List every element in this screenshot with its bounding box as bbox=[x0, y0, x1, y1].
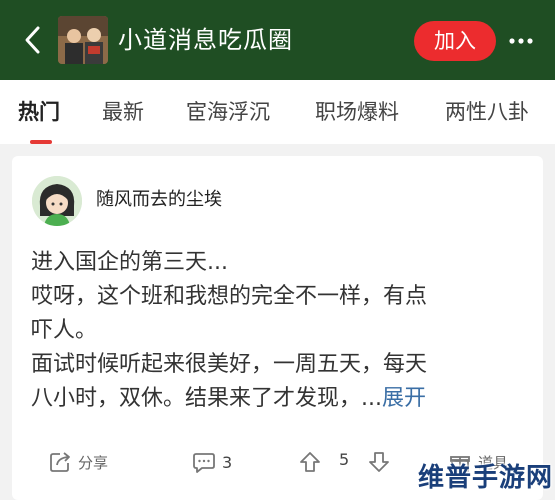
post-line: 哎呀，这个班和我想的完全不一样，有点 bbox=[31, 284, 428, 309]
tab-latest[interactable]: 最新 bbox=[102, 98, 144, 126]
comment-icon bbox=[193, 453, 215, 473]
group-title: 小道消息吃瓜圈 bbox=[118, 26, 293, 54]
post-line: 八小时，双休。结果来了才发现，... bbox=[31, 386, 382, 411]
arrow-down-icon bbox=[369, 452, 389, 472]
tab-gossip[interactable]: 两性八卦 bbox=[445, 98, 529, 126]
upvote-button[interactable] bbox=[298, 450, 328, 474]
join-button[interactable]: 加入 bbox=[414, 21, 496, 61]
author-avatar[interactable] bbox=[32, 176, 82, 226]
share-icon bbox=[50, 452, 70, 472]
share-button[interactable]: 分享 bbox=[48, 450, 108, 474]
post-content[interactable]: 进入国企的第三天... 哎呀，这个班和我想的完全不一样，有点 吓人。 面试时候听… bbox=[31, 246, 531, 416]
post-line-last: 八小时，双休。结果来了才发现，...展开 bbox=[31, 382, 531, 416]
comment-count: 3 bbox=[222, 452, 233, 472]
tab-workplace[interactable]: 职场爆料 bbox=[315, 98, 399, 126]
tab-officialdom[interactable]: 宦海浮沉 bbox=[186, 98, 270, 126]
site-watermark: 维普手游网 bbox=[418, 450, 555, 500]
top-bar: 小道消息吃瓜圈 加入 bbox=[0, 0, 555, 80]
active-tab-indicator bbox=[30, 140, 52, 144]
expand-link[interactable]: 展开 bbox=[382, 386, 426, 411]
author-name[interactable]: 随风而去的尘埃 bbox=[96, 188, 222, 212]
watermark-text: 维普手游网 bbox=[418, 462, 554, 493]
downvote-button[interactable] bbox=[367, 450, 397, 474]
post-line: 面试时候听起来很美好，一周五天，每天 bbox=[31, 352, 428, 377]
share-label: 分享 bbox=[78, 453, 109, 472]
more-button[interactable] bbox=[506, 26, 536, 56]
vote-count-wrap: 5 bbox=[339, 450, 349, 469]
arrow-up-icon bbox=[300, 452, 320, 472]
back-button[interactable] bbox=[18, 22, 48, 58]
post-line: 吓人。 bbox=[31, 318, 98, 343]
more-horizontal-icon bbox=[509, 38, 533, 44]
vote-count: 5 bbox=[339, 450, 350, 469]
post-card[interactable]: 随风而去的尘埃 进入国企的第三天... 哎呀，这个班和我想的完全不一样，有点 吓… bbox=[12, 156, 543, 500]
tab-bar: 热门 最新 宦海浮沉 职场爆料 两性八卦 bbox=[0, 80, 555, 144]
group-avatar[interactable] bbox=[58, 16, 108, 64]
chevron-left-icon bbox=[25, 26, 40, 54]
comment-button[interactable]: 3 bbox=[192, 450, 232, 474]
post-line: 进入国企的第三天... bbox=[31, 250, 228, 275]
tab-hot[interactable]: 热门 bbox=[18, 98, 60, 126]
